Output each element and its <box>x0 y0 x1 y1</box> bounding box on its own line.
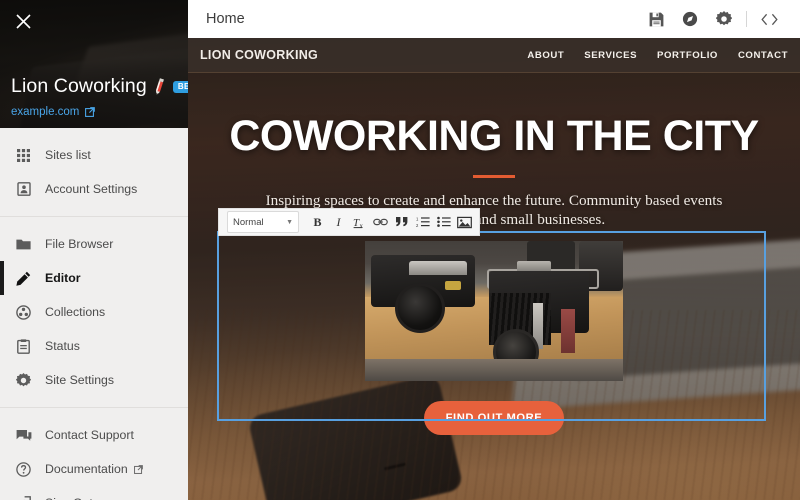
sidebar-item-label: Sign Out <box>45 496 93 500</box>
hero-image[interactable] <box>365 241 623 381</box>
sidebar-item-collections[interactable]: Collections <box>0 295 188 329</box>
gear-icon[interactable] <box>707 2 741 36</box>
site-nav-link-services[interactable]: SERVICES <box>584 50 637 61</box>
sidebar-item-status[interactable]: Status <box>0 329 188 363</box>
site-nav-link-portfolio[interactable]: PORTFOLIO <box>657 50 718 61</box>
external-link-icon <box>133 464 143 474</box>
site-url-label: example.com <box>11 106 80 118</box>
insert-image-button[interactable] <box>455 212 474 232</box>
main-area: Home LION COWORKING ABOUT SERVICES PORTF… <box>188 0 800 500</box>
sidebar-group-help: Contact Support Documentation <box>0 408 188 500</box>
sidebar-item-label: Collections <box>45 305 106 319</box>
site-preview-canvas[interactable]: LION COWORKING ABOUT SERVICES PORTFOLIO … <box>188 38 800 500</box>
sidebar-item-file-browser[interactable]: File Browser <box>0 227 188 261</box>
pencil-icon <box>13 268 34 289</box>
sidebar-item-editor[interactable]: Editor <box>0 261 188 295</box>
link-button[interactable] <box>371 212 390 232</box>
photo-lower-shelf <box>365 359 623 381</box>
site-title-row: Lion Coworking BETA <box>11 75 188 98</box>
site-nav-links: ABOUT SERVICES PORTFOLIO CONTACT <box>527 50 800 61</box>
close-icon[interactable] <box>8 6 38 36</box>
photo-camera-2-back <box>561 309 575 353</box>
blockquote-button[interactable] <box>392 212 411 232</box>
hero-section: COWORKING IN THE CITY Inspiring spaces t… <box>188 115 800 435</box>
sidebar-item-label: Editor <box>45 271 81 285</box>
hero-divider-rule <box>473 175 515 178</box>
gear-icon <box>13 370 34 391</box>
ordered-list-button[interactable]: 1 2 <box>413 212 432 232</box>
folder-icon <box>13 234 34 255</box>
site-name: Lion Coworking <box>11 75 147 97</box>
sidebar-nav: Sites list Account Settings File Browser… <box>0 128 188 500</box>
rich-text-toolbar: Normal ▼ B I T x 1 2 <box>218 208 480 236</box>
clipboard-icon <box>13 336 34 357</box>
cameras-photo <box>365 241 623 381</box>
site-logo[interactable]: LION COWORKING <box>200 48 318 62</box>
toolbar-divider <box>746 11 747 27</box>
toolbar-actions <box>639 2 800 36</box>
sidebar-item-label: Status <box>45 339 80 353</box>
find-out-more-button[interactable]: FIND OUT MORE <box>423 401 565 435</box>
collections-icon <box>13 302 34 323</box>
bullet-list-button[interactable] <box>434 212 453 232</box>
sidebar-item-label: Sites list <box>45 148 91 162</box>
site-navbar: LION COWORKING ABOUT SERVICES PORTFOLIO … <box>188 38 800 73</box>
page-title: Home <box>206 11 245 27</box>
preview-icon[interactable] <box>673 2 707 36</box>
photo-camera-1-top <box>409 261 467 275</box>
svg-text:2: 2 <box>416 223 419 228</box>
chevron-down-icon: ▼ <box>286 218 293 226</box>
chat-icon <box>13 425 34 446</box>
sidebar-item-documentation[interactable]: Documentation <box>0 452 188 486</box>
sidebar-header: Lion Coworking BETA example. <box>0 0 188 128</box>
grid-icon <box>13 145 34 166</box>
sidebar-item-label: Documentation <box>45 462 128 476</box>
sidebar: Lion Coworking BETA example. <box>0 0 188 500</box>
sidebar-item-site-settings[interactable]: Site Settings <box>0 363 188 397</box>
site-nav-link-about[interactable]: ABOUT <box>527 50 564 61</box>
italic-button[interactable]: I <box>329 212 348 232</box>
photo-camera-1-accent <box>445 281 461 290</box>
svg-text:1: 1 <box>416 216 419 221</box>
sidebar-item-sign-out[interactable]: Sign Out <box>0 486 188 500</box>
site-url-link[interactable]: example.com <box>11 106 96 118</box>
top-toolbar: Home <box>188 0 800 38</box>
format-select-value: Normal <box>233 216 264 228</box>
sidebar-item-label: Site Settings <box>45 373 115 387</box>
pencil-icon <box>153 78 166 95</box>
clear-format-button[interactable]: T x <box>350 212 369 232</box>
sidebar-item-label: Contact Support <box>45 428 134 442</box>
beta-badge: BETA <box>172 80 188 93</box>
sidebar-group-account: Sites list Account Settings <box>0 128 188 217</box>
sidebar-item-sites-list[interactable]: Sites list <box>0 138 188 172</box>
sidebar-item-label: Account Settings <box>45 182 138 196</box>
sign-out-icon <box>13 493 34 500</box>
code-icon[interactable] <box>752 2 786 36</box>
external-link-icon <box>85 107 96 117</box>
question-circle-icon <box>13 459 34 480</box>
bold-button[interactable]: B <box>308 212 327 232</box>
hero-title[interactable]: COWORKING IN THE CITY <box>188 115 800 158</box>
photo-camera-1-lens <box>395 283 445 333</box>
sidebar-item-contact-support[interactable]: Contact Support <box>0 418 188 452</box>
account-icon <box>13 179 34 200</box>
sidebar-item-account-settings[interactable]: Account Settings <box>0 172 188 206</box>
format-select[interactable]: Normal ▼ <box>227 211 299 233</box>
app-root: Lion Coworking BETA example. <box>0 0 800 500</box>
save-icon[interactable] <box>639 2 673 36</box>
sidebar-item-label: File Browser <box>45 237 114 251</box>
sidebar-group-site-tools: File Browser Editor Collections Status S… <box>0 217 188 408</box>
site-nav-link-contact[interactable]: CONTACT <box>738 50 788 61</box>
